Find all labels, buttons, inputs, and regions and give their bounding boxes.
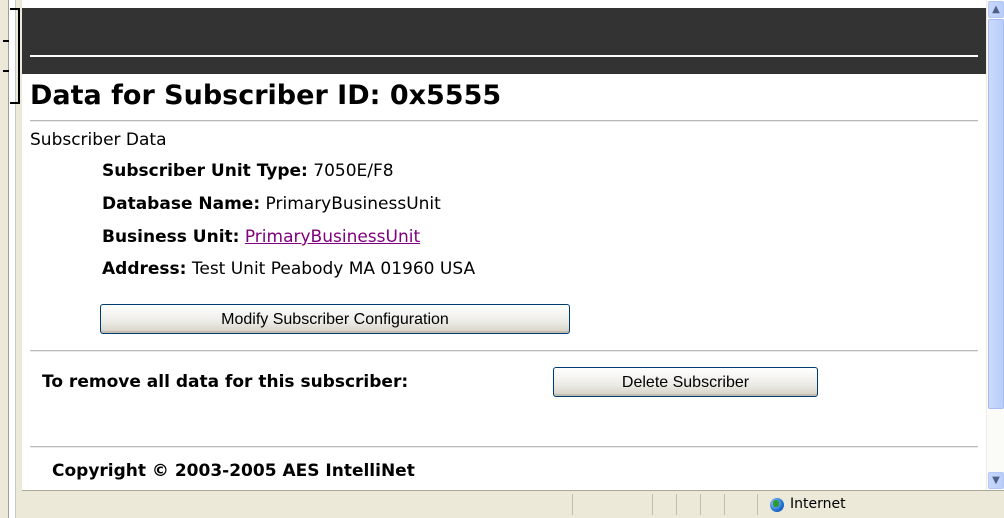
browser-window: Data for Subscriber ID: 0x5555 Subscribe…: [0, 0, 1004, 518]
chevron-up-icon[interactable]: ▲: [988, 1, 1004, 18]
page-top-band: [22, 0, 986, 8]
status-cell: [724, 494, 757, 515]
field-label: Address:: [102, 259, 187, 279]
chevron-down-icon[interactable]: ▼: [988, 472, 1004, 489]
scrollbar-thumb[interactable]: [988, 19, 1004, 409]
status-bar: Internet: [22, 490, 1004, 518]
business-unit-link[interactable]: PrimaryBusinessUnit: [245, 227, 420, 247]
modify-subscriber-button[interactable]: Modify Subscriber Configuration: [100, 304, 570, 334]
field-value: Test Unit Peabody MA 01960 USA: [191, 259, 476, 279]
background-window-bracket: [10, 8, 20, 104]
field-value: 7050E/F8: [313, 161, 394, 181]
field-label: Database Name:: [102, 194, 261, 214]
globe-icon-land: [773, 500, 779, 507]
field-unit-type: Subscriber Unit Type: 7050E/F8: [102, 161, 394, 181]
status-cell: [572, 494, 652, 515]
field-business-unit: Business Unit: PrimaryBusinessUnit: [102, 227, 420, 247]
title-rule: [30, 120, 978, 122]
page-title: Data for Subscriber ID: 0x5555: [30, 80, 502, 111]
copyright-text: Copyright © 2003-2005 AES IntelliNet: [52, 461, 415, 481]
status-cell: [652, 494, 676, 515]
field-database-name: Database Name: PrimaryBusinessUnit: [102, 194, 441, 214]
section-label: Subscriber Data: [30, 130, 167, 150]
field-label: Subscriber Unit Type:: [102, 161, 308, 181]
page-content: Data for Subscriber ID: 0x5555 Subscribe…: [22, 0, 986, 490]
background-window-tick: [3, 70, 9, 72]
footer-rule: [30, 446, 978, 448]
security-zone[interactable]: Internet: [757, 494, 997, 515]
field-value: PrimaryBusinessUnit: [265, 194, 441, 214]
page-header-bar: [22, 8, 986, 74]
remove-prompt: To remove all data for this subscriber:: [42, 372, 409, 392]
field-address: Address: Test Unit Peabody MA 01960 USA: [102, 259, 475, 279]
status-cell: [700, 494, 724, 515]
background-window-edge: [0, 0, 22, 518]
vertical-scrollbar[interactable]: ▲ ▼: [986, 0, 1004, 490]
zone-label: Internet: [790, 496, 846, 512]
delete-subscriber-button[interactable]: Delete Subscriber: [553, 367, 818, 397]
background-window-tick: [3, 40, 9, 42]
section-rule: [30, 350, 978, 352]
header-divider: [30, 55, 978, 57]
field-label: Business Unit:: [102, 227, 240, 247]
status-cell: [676, 494, 700, 515]
